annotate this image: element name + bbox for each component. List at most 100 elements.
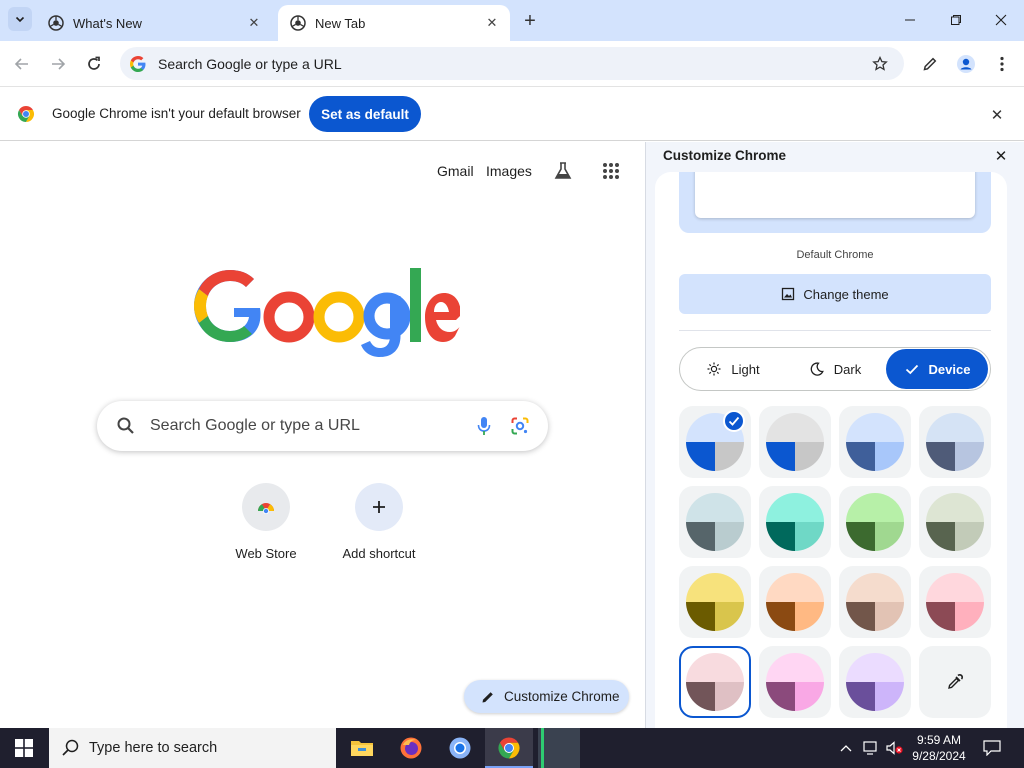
mode-label: Device — [928, 361, 971, 377]
browser-toolbar: Search Google or type a URL — [0, 41, 1024, 86]
tab-new-tab[interactable]: New Tab ✕ — [278, 5, 510, 41]
theme-preview-window — [695, 172, 975, 218]
chrome-favicon-icon — [48, 15, 64, 31]
clock-date: 9/28/2024 — [912, 749, 966, 763]
new-tab-plus-icon[interactable]: + — [518, 9, 542, 33]
set-as-default-button[interactable]: Set as default — [309, 96, 421, 132]
image-icon — [782, 287, 795, 301]
color-swatch[interactable] — [679, 566, 751, 638]
color-swatch[interactable] — [839, 406, 911, 478]
mode-dark[interactable]: Dark — [784, 349, 886, 389]
ntp-search-placeholder: Search Google or type a URL — [150, 417, 360, 434]
color-swatch-circle — [926, 573, 984, 631]
infobar-close-icon[interactable]: ✕ — [986, 104, 1008, 126]
google-apps-grid-icon[interactable] — [598, 158, 624, 184]
images-link[interactable]: Images — [486, 163, 532, 179]
windows-start-icon[interactable] — [0, 728, 48, 768]
tab-close-icon[interactable]: ✕ — [244, 13, 264, 33]
tab-whats-new[interactable]: What's New ✕ — [36, 5, 272, 41]
color-swatch[interactable] — [679, 406, 751, 478]
mode-light[interactable]: Light — [682, 349, 784, 389]
mode-label: Light — [731, 361, 760, 377]
tab-search-menu-icon[interactable] — [8, 7, 32, 31]
kebab-menu-icon[interactable] — [989, 51, 1015, 77]
custom-color-eyedropper-swatch[interactable] — [919, 646, 991, 718]
taskbar-search-box[interactable]: Type here to search — [49, 728, 336, 768]
google-lens-icon[interactable] — [508, 414, 532, 438]
customize-chrome-label: Customize Chrome — [504, 689, 620, 704]
gmail-link[interactable]: Gmail — [437, 163, 474, 179]
color-swatch[interactable] — [679, 646, 751, 718]
color-swatch[interactable] — [759, 406, 831, 478]
appearance-mode-toggle: Light Dark Device — [679, 347, 991, 391]
moon-icon — [809, 361, 825, 377]
color-swatch[interactable] — [759, 566, 831, 638]
default-browser-infobar: Google Chrome isn't your default browser… — [0, 86, 1024, 141]
restore-icon[interactable] — [942, 8, 970, 32]
chromium-icon[interactable] — [436, 728, 484, 768]
color-swatch-circle — [686, 493, 744, 551]
google-g-icon — [130, 55, 146, 72]
color-swatch[interactable] — [839, 566, 911, 638]
mode-device[interactable]: Device — [886, 349, 988, 389]
network-icon[interactable] — [860, 728, 882, 768]
window-close-icon[interactable] — [987, 8, 1015, 32]
shortcut-add[interactable]: Add shortcut — [323, 483, 435, 561]
color-swatch-circle — [926, 493, 984, 551]
forward-arrow-icon[interactable] — [45, 51, 71, 77]
color-swatch[interactable] — [919, 566, 991, 638]
reload-icon[interactable] — [81, 51, 107, 77]
side-panel-close-icon[interactable]: ✕ — [991, 146, 1011, 166]
color-swatch-circle — [846, 573, 904, 631]
chrome-taskbar-icon[interactable] — [485, 728, 533, 768]
color-swatch-circle — [766, 493, 824, 551]
show-hidden-icons-chevron-icon[interactable] — [836, 728, 856, 768]
google-logo — [194, 268, 460, 357]
volume-muted-icon[interactable] — [884, 728, 906, 768]
tab-title: What's New — [73, 15, 142, 31]
terminal-app-icon[interactable] — [535, 728, 583, 768]
color-swatch[interactable] — [839, 486, 911, 558]
color-swatch[interactable] — [919, 486, 991, 558]
web-store-icon — [242, 483, 290, 531]
notifications-icon[interactable] — [978, 728, 1006, 768]
taskbar-search-placeholder: Type here to search — [89, 740, 218, 756]
firefox-icon[interactable] — [387, 728, 435, 768]
ntp-search-box[interactable]: Search Google or type a URL — [97, 401, 548, 451]
color-swatch[interactable] — [919, 406, 991, 478]
omnibox[interactable]: Search Google or type a URL — [120, 47, 904, 80]
tab-close-icon[interactable]: ✕ — [482, 13, 502, 33]
color-swatch-circle — [686, 573, 744, 631]
tab-title: New Tab — [315, 15, 366, 31]
color-swatch-circle — [846, 493, 904, 551]
sun-icon — [706, 361, 722, 377]
color-swatch[interactable] — [839, 646, 911, 718]
side-panel-content: Default Chrome Change theme Light Dark D… — [655, 172, 1007, 728]
windows-taskbar: Type here to search 9:59 AM 9/28/2024 — [0, 728, 1024, 768]
minimize-icon[interactable] — [896, 8, 924, 32]
taskbar-clock[interactable]: 9:59 AM 9/28/2024 — [906, 732, 972, 764]
back-arrow-icon[interactable] — [9, 51, 35, 77]
omnibox-text: Search Google or type a URL — [158, 55, 342, 72]
customize-chrome-button[interactable]: Customize Chrome — [464, 680, 629, 713]
change-theme-button[interactable]: Change theme — [679, 274, 991, 314]
theme-preview — [679, 172, 991, 233]
change-theme-label: Change theme — [803, 286, 889, 302]
color-swatch-circle — [766, 413, 824, 471]
clock-time: 9:59 AM — [916, 733, 962, 747]
color-swatch[interactable] — [679, 486, 751, 558]
color-swatch[interactable] — [759, 486, 831, 558]
file-explorer-icon[interactable] — [338, 728, 386, 768]
customize-chrome-side-panel: Customize Chrome ✕ Default Chrome Change… — [646, 142, 1024, 728]
add-plus-icon — [355, 483, 403, 531]
profile-avatar-icon[interactable] — [953, 51, 979, 77]
divider — [679, 330, 991, 331]
shortcut-web-store[interactable]: Web Store — [210, 483, 322, 561]
edit-pencil-icon[interactable] — [917, 51, 943, 77]
voice-search-mic-icon[interactable] — [472, 414, 496, 438]
color-swatch-circle — [926, 413, 984, 471]
bookmark-star-icon[interactable] — [868, 52, 892, 76]
new-tab-page: Gmail Images Search Google or type a URL — [0, 142, 646, 728]
labs-flask-icon[interactable] — [550, 158, 576, 184]
color-swatch[interactable] — [759, 646, 831, 718]
